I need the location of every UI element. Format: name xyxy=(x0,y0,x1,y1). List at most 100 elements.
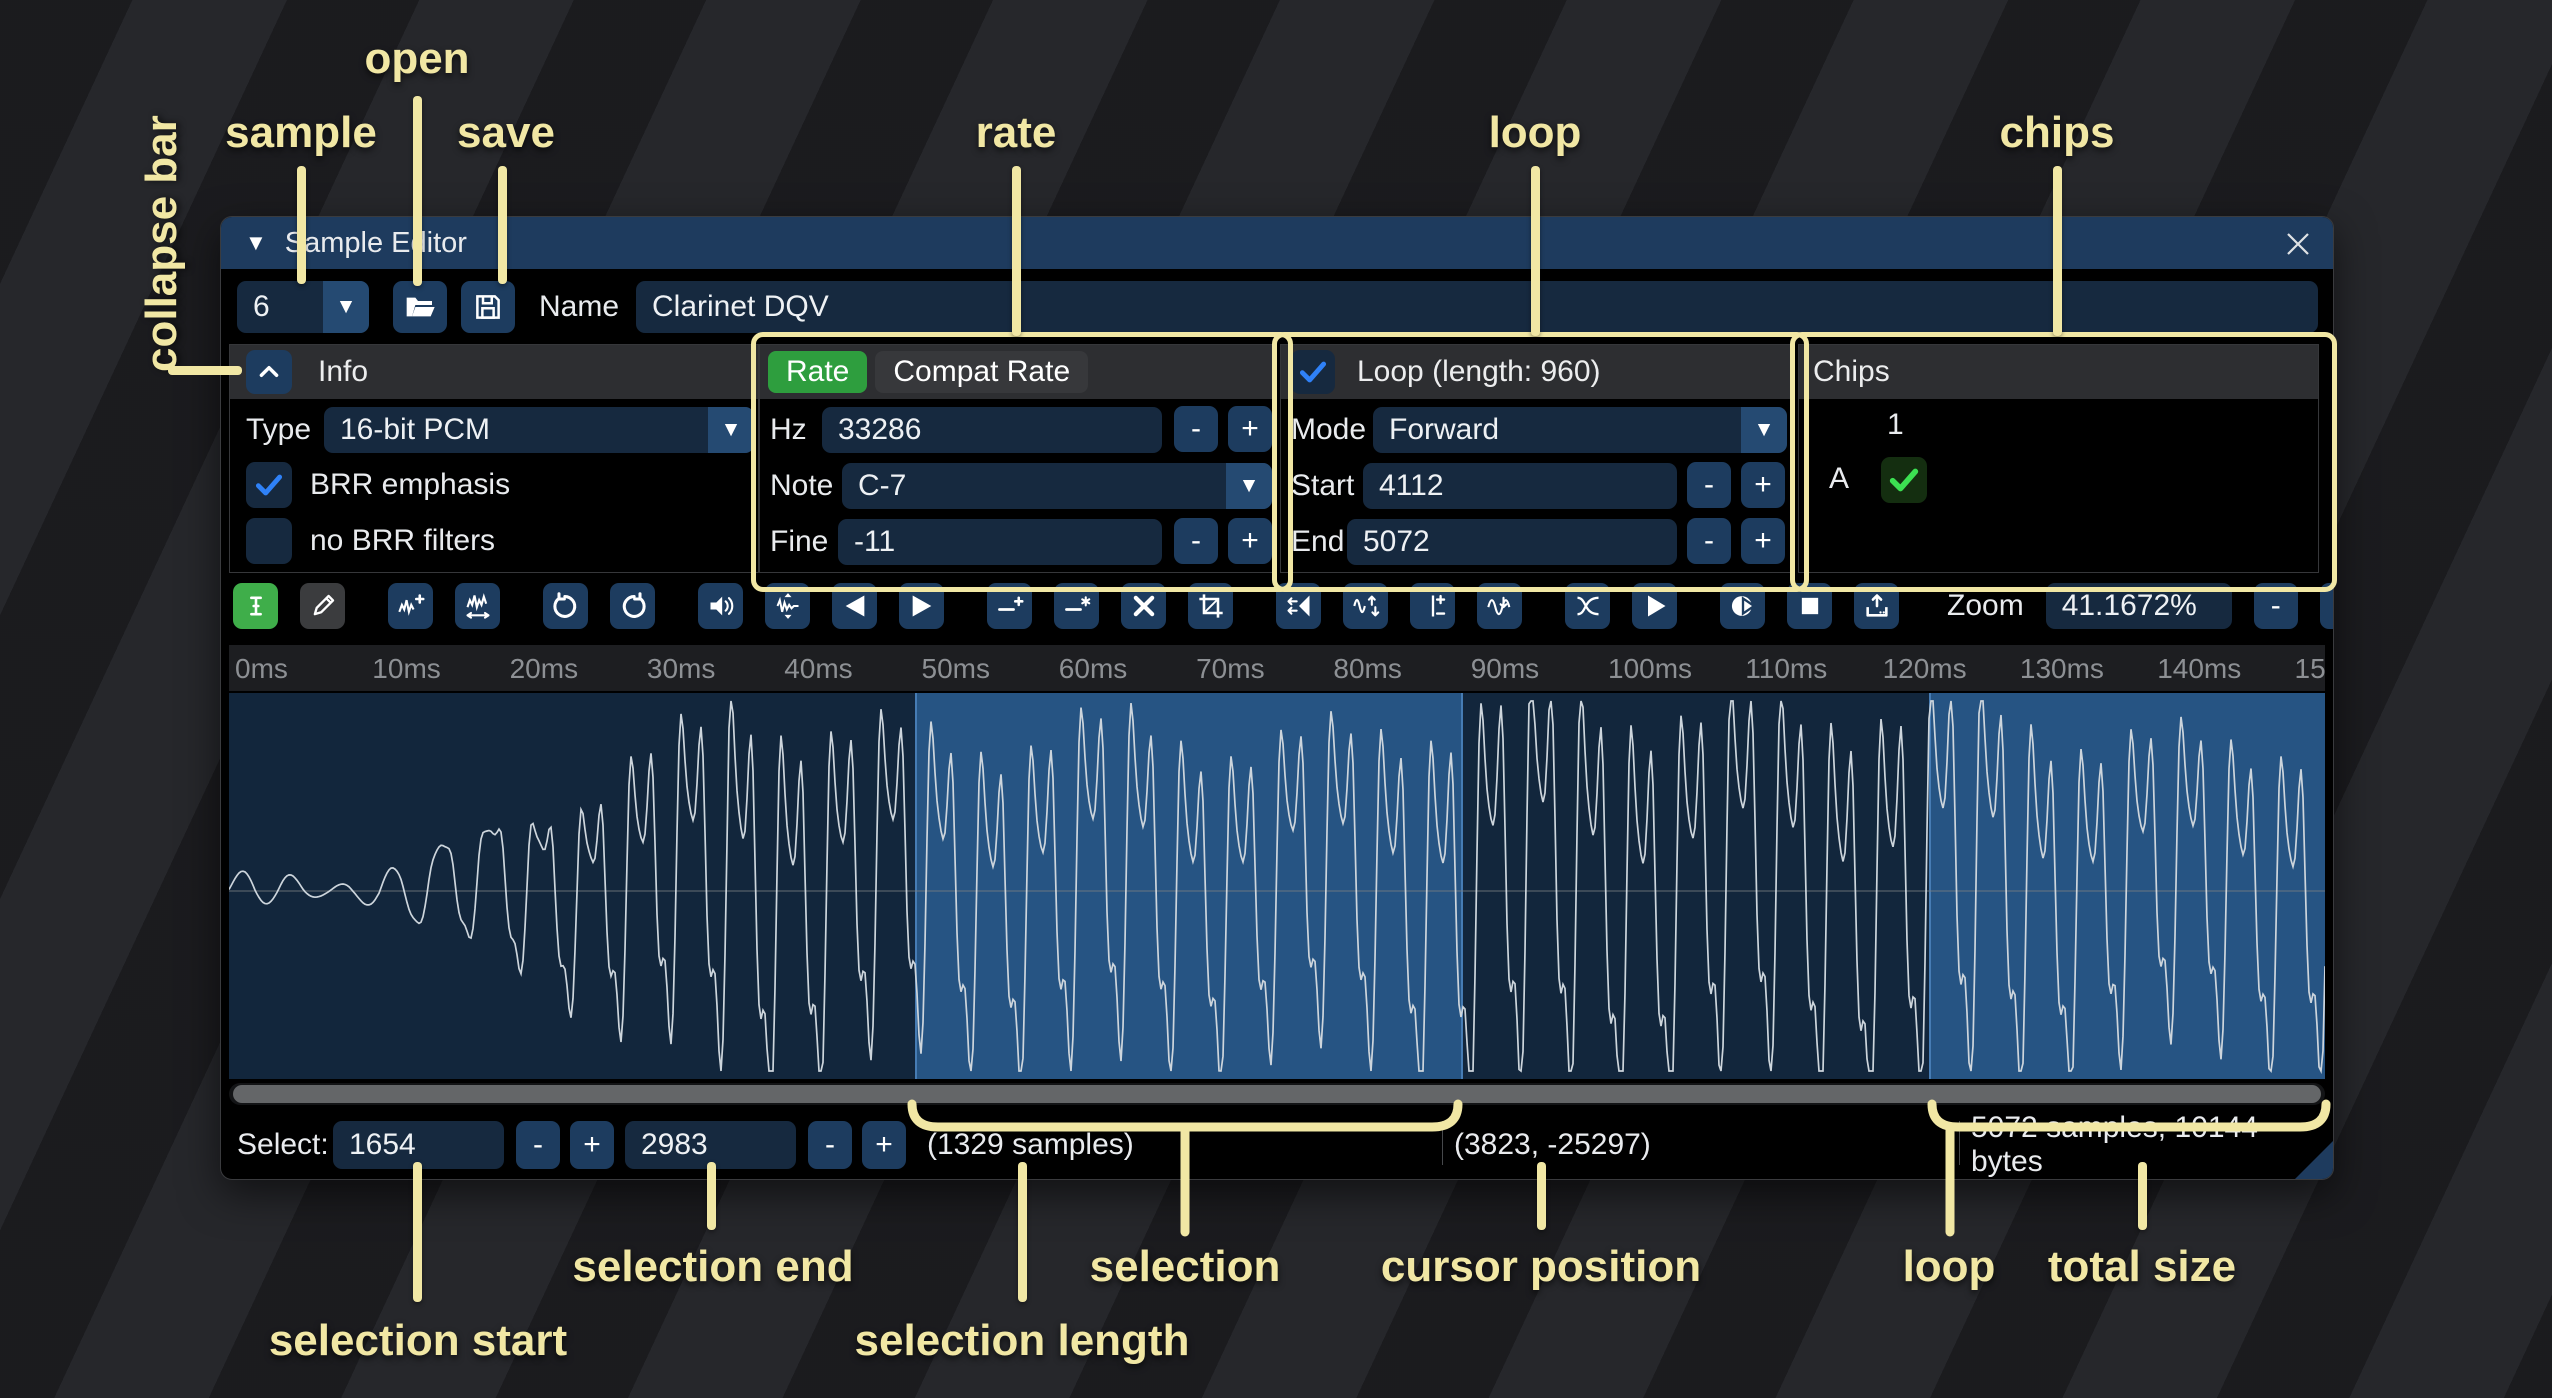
fine-minus-button[interactable]: - xyxy=(1174,518,1218,564)
fine-plus-button[interactable]: + xyxy=(1228,518,1272,564)
chevron-down-icon[interactable]: ▼ xyxy=(708,407,754,453)
window-collapse-icon[interactable]: ▼ xyxy=(245,230,267,256)
fade-out-icon[interactable] xyxy=(899,583,944,629)
name-label: Name xyxy=(539,283,619,331)
open-sample-button[interactable] xyxy=(393,281,447,333)
zoom-in-button[interactable]: + xyxy=(2320,583,2334,629)
zoom-out-button[interactable]: - xyxy=(2254,583,2298,629)
annotation-selection-length: selection length xyxy=(855,1316,1190,1366)
sample-type-combo[interactable]: 16-bit PCM ▼ xyxy=(324,407,754,453)
fade-in-icon[interactable] xyxy=(832,583,877,629)
waveform-display[interactable] xyxy=(229,693,2325,1079)
rate-panel-header: Rate Compat Rate xyxy=(760,345,1274,399)
window-titlebar[interactable]: ▼ Sample Editor xyxy=(221,217,2333,269)
hz-minus-button[interactable]: - xyxy=(1174,406,1218,452)
loop-end-label: End xyxy=(1291,518,1344,566)
create-wavetable-icon[interactable] xyxy=(1854,583,1899,629)
timeline-tick: 110ms xyxy=(1745,653,1827,685)
info-panel-header: Info xyxy=(230,345,758,399)
timeline-tick: 70ms xyxy=(1196,653,1264,685)
annotation-line-total-size xyxy=(2138,1162,2147,1230)
tab-compat-rate[interactable]: Compat Rate xyxy=(875,351,1088,393)
annotation-loop-top: loop xyxy=(1489,108,1582,158)
selection-end-minus-button[interactable]: - xyxy=(808,1121,852,1169)
no-brr-filters-checkbox[interactable] xyxy=(246,518,292,564)
delete-icon[interactable] xyxy=(1121,583,1166,629)
sample-type-value: 16-bit PCM xyxy=(340,413,490,447)
loop-mode-combo[interactable]: Forward ▼ xyxy=(1373,407,1787,453)
brr-emphasis-checkbox[interactable] xyxy=(246,462,292,508)
draw-mode-pencil-icon[interactable] xyxy=(300,583,345,629)
sample-index-value: 6 xyxy=(253,290,270,324)
save-sample-button[interactable] xyxy=(461,281,515,333)
hz-plus-button[interactable]: + xyxy=(1228,406,1272,452)
apply-filter-icon[interactable] xyxy=(1477,583,1522,629)
note-combo[interactable]: C-7 ▼ xyxy=(842,463,1272,509)
resample-icon[interactable] xyxy=(455,583,500,629)
sample-toolbar: Zoom 41.1672% - + 100% xyxy=(233,583,2334,629)
loop-start-input[interactable]: 4112 xyxy=(1363,463,1677,509)
loop-end-value: 5072 xyxy=(1363,525,1430,559)
selection-start-plus-button[interactable]: + xyxy=(570,1121,614,1169)
insert-silence-icon[interactable] xyxy=(987,583,1032,629)
timeline-tick: 150ms xyxy=(2295,653,2326,685)
floppy-disk-icon xyxy=(473,292,503,322)
annotation-selection-end: selection end xyxy=(572,1242,853,1292)
chevron-down-icon[interactable]: ▼ xyxy=(323,281,369,333)
mode-label: Mode xyxy=(1291,406,1366,454)
signed-unsigned-icon[interactable] xyxy=(1410,583,1455,629)
trim-icon[interactable] xyxy=(1188,583,1233,629)
info-header-label: Info xyxy=(318,355,368,389)
annotation-collapse-bar: collapse bar xyxy=(137,92,187,372)
annotation-line-rate xyxy=(1012,166,1021,336)
resize-icon[interactable] xyxy=(388,583,433,629)
zoom-value: 41.1672% xyxy=(2062,589,2197,623)
annotation-sample: sample xyxy=(225,108,377,158)
hz-label: Hz xyxy=(770,406,807,454)
selection-start-minus-button[interactable]: - xyxy=(516,1121,560,1169)
chip-enable-checkbox[interactable] xyxy=(1881,457,1927,503)
normalize-icon[interactable] xyxy=(765,583,810,629)
waveform-scrollbar[interactable] xyxy=(229,1083,2325,1105)
timeline-tick: 0ms xyxy=(235,653,288,685)
timeline-tick: 80ms xyxy=(1333,653,1401,685)
invert-icon[interactable] xyxy=(1343,583,1388,629)
note-label: Note xyxy=(770,462,833,510)
scrollbar-thumb[interactable] xyxy=(233,1085,2321,1103)
window-title: Sample Editor xyxy=(285,227,467,260)
edit-mode-ibeam-icon[interactable] xyxy=(233,583,278,629)
fine-input[interactable]: -11 xyxy=(838,519,1162,565)
amplify-icon[interactable] xyxy=(698,583,743,629)
timeline-tick: 140ms xyxy=(2157,653,2241,685)
sample-index-combo[interactable]: 6 ▼ xyxy=(237,281,369,333)
loop-start-minus-button[interactable]: - xyxy=(1687,462,1731,508)
reverse-icon[interactable] xyxy=(1276,583,1321,629)
crossfade-icon[interactable] xyxy=(1565,583,1610,629)
loop-start-plus-button[interactable]: + xyxy=(1741,462,1785,508)
preview-selection-icon[interactable] xyxy=(1720,583,1765,629)
undo-icon[interactable] xyxy=(543,583,588,629)
selection-end-plus-button[interactable]: + xyxy=(862,1121,906,1169)
stop-preview-icon[interactable] xyxy=(1787,583,1832,629)
redo-icon[interactable] xyxy=(610,583,655,629)
tab-rate[interactable]: Rate xyxy=(768,351,867,393)
sample-name-value: Clarinet DQV xyxy=(652,290,829,324)
zoom-input[interactable]: 41.1672% xyxy=(2046,583,2232,629)
chevron-down-icon[interactable]: ▼ xyxy=(1741,407,1787,453)
loop-end-minus-button[interactable]: - xyxy=(1687,518,1731,564)
annotation-line-collapse-bar xyxy=(168,366,242,375)
apply-silence-icon[interactable] xyxy=(1054,583,1099,629)
annotation-line-selection-end xyxy=(707,1162,716,1230)
timeline-tick: 50ms xyxy=(922,653,990,685)
loop-end-input[interactable]: 5072 xyxy=(1347,519,1677,565)
selection-start-value: 1654 xyxy=(349,1128,416,1162)
close-icon[interactable] xyxy=(2279,225,2317,263)
hz-input[interactable]: 33286 xyxy=(822,407,1162,453)
sample-name-input[interactable]: Clarinet DQV xyxy=(636,281,2318,333)
timeline-tick: 60ms xyxy=(1059,653,1127,685)
chevron-down-icon[interactable]: ▼ xyxy=(1226,463,1272,509)
preview-icon[interactable] xyxy=(1632,583,1677,629)
loop-end-plus-button[interactable]: + xyxy=(1741,518,1785,564)
loop-checkbox[interactable] xyxy=(1291,350,1335,394)
collapse-bar-button[interactable] xyxy=(246,350,292,394)
